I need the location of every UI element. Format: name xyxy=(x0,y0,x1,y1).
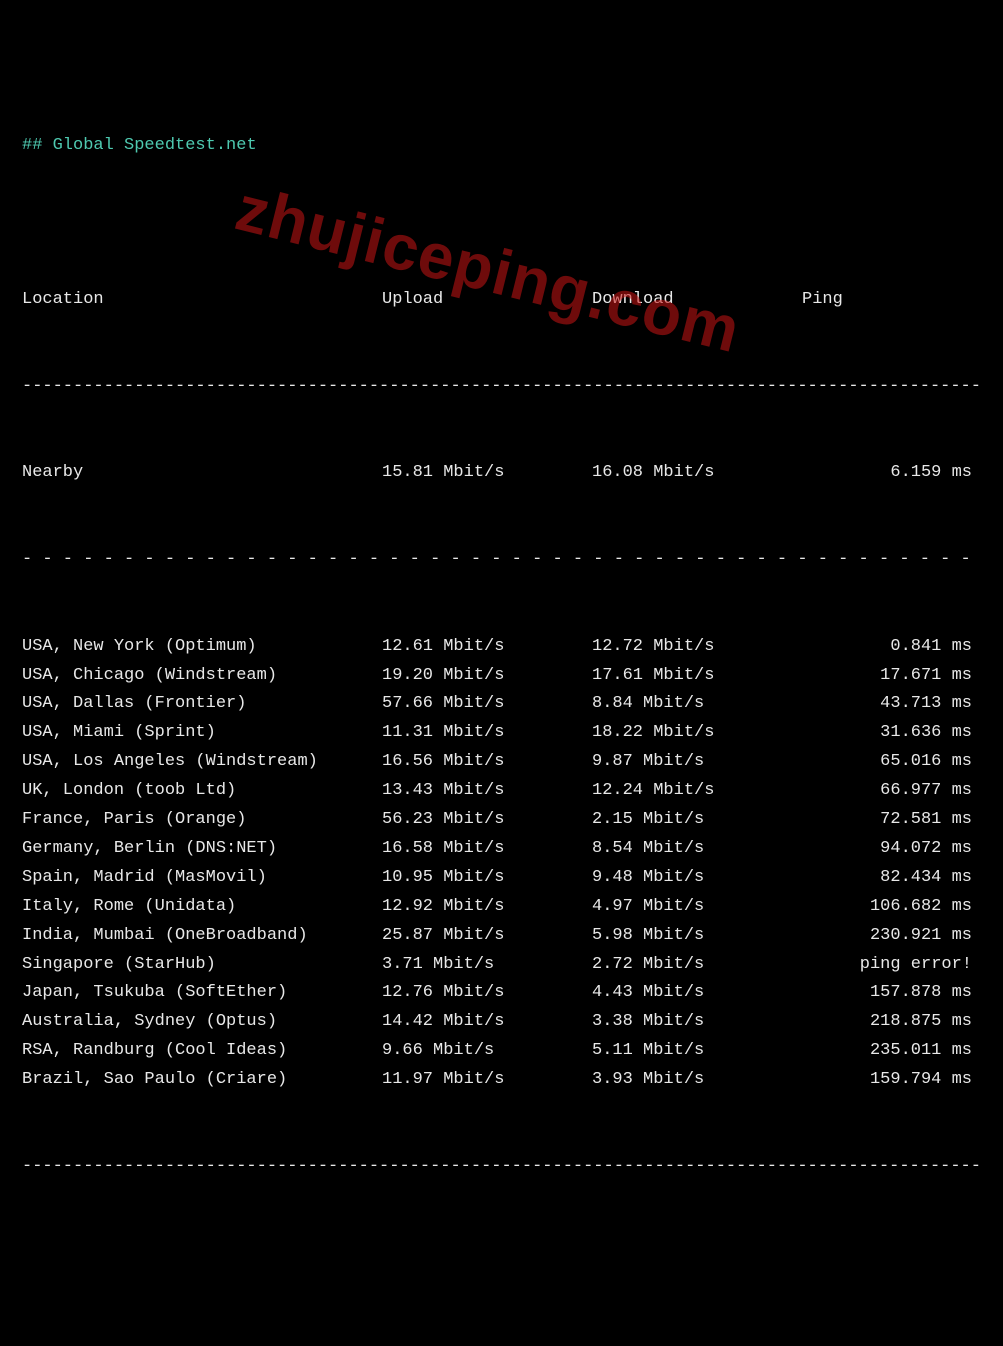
cell-download: 5.11 Mbit/s xyxy=(592,1037,802,1066)
cell-ping: 31.636 ms xyxy=(802,719,972,748)
cell-upload: 14.42 Mbit/s xyxy=(382,1008,592,1037)
cell-ping: 65.016 ms xyxy=(802,748,972,777)
table-row: USA, New York (Optimum)12.61 Mbit/s12.72… xyxy=(22,633,981,662)
cell-ping: 159.794 ms xyxy=(802,1066,972,1095)
cell-upload: 12.76 Mbit/s xyxy=(382,979,592,1008)
cell-download: 12.72 Mbit/s xyxy=(592,633,802,662)
header-download: Download xyxy=(592,286,802,315)
cell-download: 9.87 Mbit/s xyxy=(592,748,802,777)
cell-location: Singapore (StarHub) xyxy=(22,951,382,980)
table-header-row: Location Upload Download Ping xyxy=(22,286,981,315)
table-row: Germany, Berlin (DNS:NET)16.58 Mbit/s8.5… xyxy=(22,835,981,864)
table-body: USA, New York (Optimum)12.61 Mbit/s12.72… xyxy=(22,633,981,1095)
cell-ping: 157.878 ms xyxy=(802,979,972,1008)
table-row: Australia, Sydney (Optus)14.42 Mbit/s3.3… xyxy=(22,1008,981,1037)
cell-ping: 106.682 ms xyxy=(802,893,972,922)
cell-download: 12.24 Mbit/s xyxy=(592,777,802,806)
cell-location: USA, Los Angeles (Windstream) xyxy=(22,748,382,777)
cell-location: USA, Dallas (Frontier) xyxy=(22,690,382,719)
cell-upload: 57.66 Mbit/s xyxy=(382,690,592,719)
cell-ping: 235.011 ms xyxy=(802,1037,972,1066)
table-row: Brazil, Sao Paulo (Criare)11.97 Mbit/s3.… xyxy=(22,1066,981,1095)
cell-location: RSA, Randburg (Cool Ideas) xyxy=(22,1037,382,1066)
header-upload: Upload xyxy=(382,286,592,315)
speedtest-table: Location Upload Download Ping ----------… xyxy=(22,228,981,1210)
nearby-ping: 6.159 ms xyxy=(802,459,972,488)
table-row: Japan, Tsukuba (SoftEther)12.76 Mbit/s4.… xyxy=(22,979,981,1008)
cell-location: Spain, Madrid (MasMovil) xyxy=(22,864,382,893)
header-location: Location xyxy=(22,286,382,315)
cell-location: Australia, Sydney (Optus) xyxy=(22,1008,382,1037)
cell-location: USA, Miami (Sprint) xyxy=(22,719,382,748)
cell-download: 18.22 Mbit/s xyxy=(592,719,802,748)
header-ping: Ping xyxy=(802,286,972,315)
nearby-upload: 15.81 Mbit/s xyxy=(382,459,592,488)
divider: - - - - - - - - - - - - - - - - - - - - … xyxy=(22,546,981,575)
divider: ----------------------------------------… xyxy=(22,373,981,402)
nearby-download: 16.08 Mbit/s xyxy=(592,459,802,488)
cell-location: Germany, Berlin (DNS:NET) xyxy=(22,835,382,864)
table-row: Italy, Rome (Unidata)12.92 Mbit/s4.97 Mb… xyxy=(22,893,981,922)
cell-download: 5.98 Mbit/s xyxy=(592,922,802,951)
cell-upload: 16.58 Mbit/s xyxy=(382,835,592,864)
cell-download: 17.61 Mbit/s xyxy=(592,662,802,691)
nearby-label: Nearby xyxy=(22,459,382,488)
divider: ----------------------------------------… xyxy=(22,1153,981,1182)
cell-location: Japan, Tsukuba (SoftEther) xyxy=(22,979,382,1008)
cell-location: USA, New York (Optimum) xyxy=(22,633,382,662)
cell-download: 8.84 Mbit/s xyxy=(592,690,802,719)
table-row: France, Paris (Orange)56.23 Mbit/s2.15 M… xyxy=(22,806,981,835)
section-title: ## Global Speedtest.net xyxy=(22,132,981,161)
cell-download: 3.38 Mbit/s xyxy=(592,1008,802,1037)
cell-location: France, Paris (Orange) xyxy=(22,806,382,835)
cell-location: India, Mumbai (OneBroadband) xyxy=(22,922,382,951)
cell-ping: 0.841 ms xyxy=(802,633,972,662)
cell-ping: ping error! xyxy=(802,951,972,980)
cell-download: 4.97 Mbit/s xyxy=(592,893,802,922)
cell-ping: 82.434 ms xyxy=(802,864,972,893)
cell-download: 9.48 Mbit/s xyxy=(592,864,802,893)
cell-upload: 11.31 Mbit/s xyxy=(382,719,592,748)
table-row: UK, London (toob Ltd)13.43 Mbit/s12.24 M… xyxy=(22,777,981,806)
cell-upload: 25.87 Mbit/s xyxy=(382,922,592,951)
cell-download: 4.43 Mbit/s xyxy=(592,979,802,1008)
cell-upload: 11.97 Mbit/s xyxy=(382,1066,592,1095)
cell-upload: 12.61 Mbit/s xyxy=(382,633,592,662)
table-row: Spain, Madrid (MasMovil)10.95 Mbit/s9.48… xyxy=(22,864,981,893)
cell-upload: 12.92 Mbit/s xyxy=(382,893,592,922)
cell-download: 2.15 Mbit/s xyxy=(592,806,802,835)
table-row: USA, Chicago (Windstream)19.20 Mbit/s17.… xyxy=(22,662,981,691)
cell-download: 3.93 Mbit/s xyxy=(592,1066,802,1095)
cell-upload: 16.56 Mbit/s xyxy=(382,748,592,777)
table-row: USA, Los Angeles (Windstream)16.56 Mbit/… xyxy=(22,748,981,777)
title-hash: ## xyxy=(22,136,53,155)
cell-ping: 94.072 ms xyxy=(802,835,972,864)
nearby-row: Nearby 15.81 Mbit/s 16.08 Mbit/s 6.159 m… xyxy=(22,459,981,488)
cell-location: UK, London (toob Ltd) xyxy=(22,777,382,806)
table-row: RSA, Randburg (Cool Ideas)9.66 Mbit/s5.1… xyxy=(22,1037,981,1066)
table-row: India, Mumbai (OneBroadband)25.87 Mbit/s… xyxy=(22,922,981,951)
cell-upload: 19.20 Mbit/s xyxy=(382,662,592,691)
cell-ping: 218.875 ms xyxy=(802,1008,972,1037)
cell-download: 2.72 Mbit/s xyxy=(592,951,802,980)
cell-upload: 9.66 Mbit/s xyxy=(382,1037,592,1066)
table-row: USA, Miami (Sprint)11.31 Mbit/s18.22 Mbi… xyxy=(22,719,981,748)
cell-upload: 13.43 Mbit/s xyxy=(382,777,592,806)
title-text: Global Speedtest.net xyxy=(53,136,257,155)
cell-location: Italy, Rome (Unidata) xyxy=(22,893,382,922)
cell-upload: 3.71 Mbit/s xyxy=(382,951,592,980)
cell-location: Brazil, Sao Paulo (Criare) xyxy=(22,1066,382,1095)
cell-download: 8.54 Mbit/s xyxy=(592,835,802,864)
table-row: USA, Dallas (Frontier)57.66 Mbit/s8.84 M… xyxy=(22,690,981,719)
cell-ping: 43.713 ms xyxy=(802,690,972,719)
cell-ping: 17.671 ms xyxy=(802,662,972,691)
cell-location: USA, Chicago (Windstream) xyxy=(22,662,382,691)
table-row: Singapore (StarHub)3.71 Mbit/s2.72 Mbit/… xyxy=(22,951,981,980)
cell-ping: 66.977 ms xyxy=(802,777,972,806)
cell-ping: 230.921 ms xyxy=(802,922,972,951)
cell-upload: 10.95 Mbit/s xyxy=(382,864,592,893)
cell-upload: 56.23 Mbit/s xyxy=(382,806,592,835)
cell-ping: 72.581 ms xyxy=(802,806,972,835)
